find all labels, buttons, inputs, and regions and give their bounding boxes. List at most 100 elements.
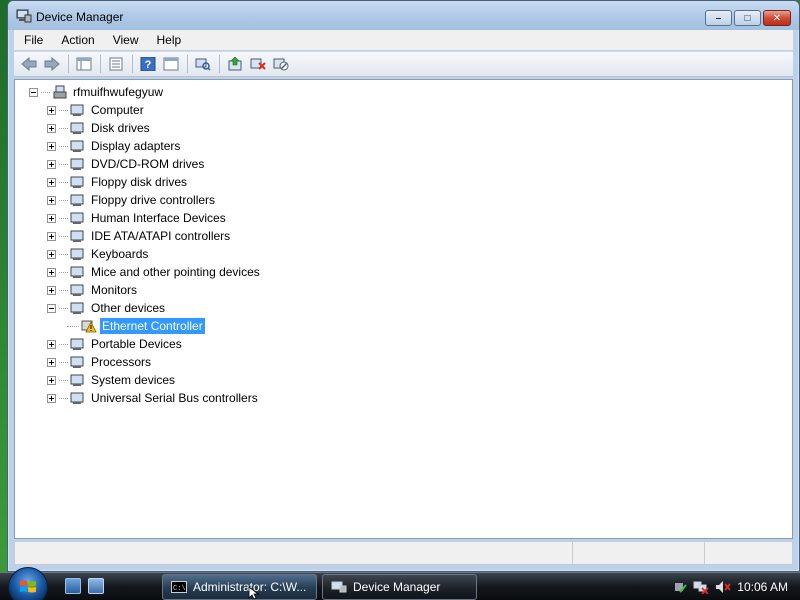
forward-icon[interactable]	[41, 54, 63, 74]
tree-category-disk-drives[interactable]: Disk drives	[47, 119, 152, 137]
taskbar-button-device-manager[interactable]: Device Manager	[322, 574, 477, 600]
category-label: Floppy drive controllers	[91, 193, 216, 207]
collapse-toggle[interactable]	[47, 303, 56, 313]
start-button[interactable]	[8, 567, 48, 600]
category-label: Display adapters	[91, 139, 181, 153]
toolbar: ?	[14, 51, 793, 77]
tree-connector	[59, 307, 68, 309]
processors-icon	[70, 355, 86, 369]
volume-muted-icon[interactable]	[715, 580, 731, 594]
show-hide-tree-icon[interactable]	[73, 54, 95, 74]
category-label: Human Interface Devices	[91, 211, 226, 225]
taskbar-button-command-prompt[interactable]: C:\ Administrator: C:\W...	[162, 574, 317, 600]
category-label: Floppy disk drives	[91, 175, 188, 189]
tree-root[interactable]: rfmuifhwufegyuw	[29, 83, 165, 101]
category-label: System devices	[91, 373, 176, 387]
toolbar-separator	[132, 55, 133, 73]
expand-toggle[interactable]	[47, 267, 56, 277]
menu-action[interactable]: Action	[51, 33, 102, 47]
title-bar[interactable]: Device Manager – □ ✕	[8, 1, 799, 30]
tree-category-processors[interactable]: Processors	[47, 353, 153, 371]
collapse-toggle[interactable]	[29, 87, 38, 97]
expand-toggle[interactable]	[47, 195, 56, 205]
clock[interactable]: 10:06 AM	[737, 580, 788, 594]
category-label: Portable Devices	[91, 337, 182, 351]
tree-category-mice-and-other-pointing-devices[interactable]: Mice and other pointing devices	[47, 263, 262, 281]
network-disconnected-icon[interactable]	[693, 580, 709, 594]
tree-connector	[67, 325, 79, 327]
tree-connector	[59, 181, 68, 183]
category-label: Keyboards	[91, 247, 149, 261]
tree-category-portable-devices[interactable]: Portable Devices	[47, 335, 184, 353]
category-label: Other devices	[91, 301, 166, 315]
tree-connector	[59, 235, 68, 237]
expand-toggle[interactable]	[47, 393, 56, 403]
tree-category-dvd-cd-rom-drives[interactable]: DVD/CD-ROM drives	[47, 155, 206, 173]
menu-help[interactable]: Help	[147, 33, 190, 47]
minimize-button[interactable]: –	[705, 10, 732, 26]
view-icon[interactable]	[160, 54, 182, 74]
device-manager-icon	[331, 581, 347, 593]
tree-connector	[59, 361, 68, 363]
tree-connector	[59, 163, 68, 165]
tree-category-computer[interactable]: Computer	[47, 101, 146, 119]
tree-category-universal-serial-bus-controllers[interactable]: Universal Serial Bus controllers	[47, 389, 260, 407]
disable-icon[interactable]	[270, 54, 292, 74]
expand-toggle[interactable]	[47, 105, 56, 115]
device-tree[interactable]: rfmuifhwufegyuw Computer Disk drives Displ…	[14, 79, 793, 539]
expand-toggle[interactable]	[47, 231, 56, 241]
category-label: Disk drives	[91, 121, 150, 135]
show-desktop-icon[interactable]	[65, 578, 81, 594]
category-label: IDE ATA/ATAPI controllers	[91, 229, 231, 243]
display-adapters-icon	[70, 139, 86, 153]
expand-toggle[interactable]	[47, 213, 56, 223]
expand-toggle[interactable]	[47, 159, 56, 169]
mice-and-other-pointing-devices-icon	[70, 265, 86, 279]
menu-view[interactable]: View	[103, 33, 147, 47]
tree-category-floppy-disk-drives[interactable]: Floppy disk drives	[47, 173, 189, 191]
expand-toggle[interactable]	[47, 285, 56, 295]
tree-category-floppy-drive-controllers[interactable]: Floppy drive controllers	[47, 191, 217, 209]
properties-icon[interactable]	[105, 54, 127, 74]
system-tray: 10:06 AM	[664, 573, 800, 600]
device-manager-window: Device Manager – □ ✕ File Action View He…	[7, 0, 800, 572]
tree-category-human-interface-devices[interactable]: Human Interface Devices	[47, 209, 228, 227]
status-cell	[15, 542, 573, 564]
expand-toggle[interactable]	[47, 339, 56, 349]
back-icon[interactable]	[18, 54, 40, 74]
command-prompt-icon: C:\	[171, 581, 187, 593]
tree-child-ethernet-controller[interactable]: Ethernet Controller	[67, 317, 205, 335]
portable-devices-icon	[70, 337, 86, 351]
expand-toggle[interactable]	[47, 249, 56, 259]
expand-toggle[interactable]	[47, 141, 56, 151]
close-button[interactable]: ✕	[763, 10, 791, 26]
scan-hardware-icon[interactable]	[192, 54, 214, 74]
category-label: Monitors	[91, 283, 138, 297]
status-bar	[14, 541, 793, 565]
update-driver-icon[interactable]	[224, 54, 246, 74]
expand-toggle[interactable]	[47, 357, 56, 367]
tree-category-system-devices[interactable]: System devices	[47, 371, 177, 389]
expand-toggle[interactable]	[47, 123, 56, 133]
ide-ata-atapi-controllers-icon	[70, 229, 86, 243]
expand-toggle[interactable]	[47, 375, 56, 385]
tree-connector	[59, 271, 68, 273]
help-icon[interactable]: ?	[137, 54, 159, 74]
tree-connector	[41, 91, 50, 93]
other-devices-icon	[70, 301, 86, 315]
tree-category-other-devices[interactable]: Other devices	[47, 299, 167, 317]
tree-category-keyboards[interactable]: Keyboards	[47, 245, 150, 263]
expand-toggle[interactable]	[47, 177, 56, 187]
menu-bar: File Action View Help	[14, 30, 793, 50]
safely-remove-hardware-icon[interactable]	[673, 580, 688, 594]
computer-icon	[70, 103, 86, 117]
tree-category-display-adapters[interactable]: Display adapters	[47, 137, 182, 155]
taskbar: C:\ Administrator: C:\W... Device Manage…	[0, 567, 800, 600]
switch-windows-icon[interactable]	[88, 578, 104, 594]
menu-file[interactable]: File	[14, 33, 51, 47]
tree-category-ide-ata-atapi-controllers[interactable]: IDE ATA/ATAPI controllers	[47, 227, 232, 245]
category-label: Computer	[91, 103, 144, 117]
uninstall-icon[interactable]	[247, 54, 269, 74]
tree-category-monitors[interactable]: Monitors	[47, 281, 139, 299]
maximize-button[interactable]: □	[734, 10, 761, 26]
